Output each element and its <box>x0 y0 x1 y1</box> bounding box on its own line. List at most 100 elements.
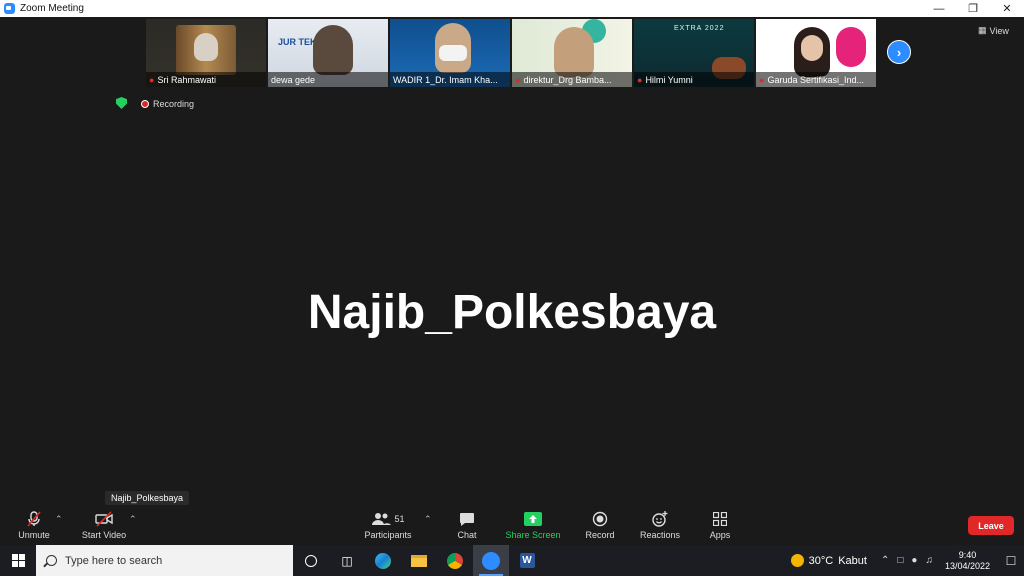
search-icon <box>46 555 57 566</box>
volume-icon[interactable]: ♫ <box>925 555 933 566</box>
grid-icon: ▦ <box>978 25 987 35</box>
clock-date: 13/04/2022 <box>944 560 990 571</box>
next-page-button[interactable]: › <box>887 40 911 64</box>
taskbar-clock[interactable]: 9:40 13/04/2022 <box>945 550 990 572</box>
record-label: Record <box>585 530 615 540</box>
task-view-button[interactable]: ◫ <box>329 545 365 576</box>
participant-name: Hilmi Yumni <box>645 74 693 85</box>
virtual-background-text: EXTRA 2022 <box>674 25 725 32</box>
share-screen-button[interactable]: Share Screen <box>503 511 563 540</box>
muted-mic-icon: ● <box>149 74 155 85</box>
network-icon[interactable]: □ <box>897 555 903 566</box>
weather-desc: Kabut <box>838 554 867 567</box>
minimize-button[interactable]: — <box>922 0 956 17</box>
participant-name-bar: ● direktur_Drg Bamba... <box>512 72 632 87</box>
title-bar: Zoom Meeting — ❐ ✕ <box>0 0 1024 17</box>
shield-icon[interactable] <box>116 97 127 109</box>
edge-icon <box>375 552 391 569</box>
chrome-icon <box>447 552 463 569</box>
search-placeholder: Type here to search <box>65 554 163 567</box>
participant-name: Garuda Sertifikasi_Ind... <box>767 74 864 85</box>
apps-icon <box>710 511 730 527</box>
weather-icon <box>790 554 804 567</box>
zoom-app-icon <box>4 3 15 14</box>
weather-temp: 30°C <box>808 554 834 567</box>
participant-tile[interactable]: ● Sri Rahmawati <box>146 19 266 87</box>
participant-strip: ● Sri Rahmawati JUR TEKNIK E dewa gede W… <box>146 19 876 87</box>
apps-button[interactable]: Apps <box>690 511 750 540</box>
chat-button[interactable]: Chat <box>437 511 497 540</box>
restore-button[interactable]: ❐ <box>956 0 990 17</box>
file-explorer-taskbar-button[interactable] <box>401 545 437 576</box>
participant-name-bar: dewa gede <box>268 72 388 87</box>
participants-count: 51 <box>394 514 405 524</box>
view-button[interactable]: ▦ View <box>978 25 1009 36</box>
windows-taskbar: Type here to search ◫ W 30°C Kabut ⌃ □ ●… <box>0 545 1024 576</box>
active-speaker-name: Najib_Polkesbaya <box>307 286 717 339</box>
start-video-button[interactable]: Start Video <box>74 511 134 540</box>
mic-muted-icon <box>24 511 44 527</box>
unmute-label: Unmute <box>18 530 50 540</box>
participants-label: Participants <box>364 530 412 540</box>
view-label: View <box>989 25 1009 36</box>
participant-tile[interactable]: JUR TEKNIK E dewa gede <box>268 19 388 87</box>
participant-video <box>554 27 594 77</box>
reactions-button[interactable]: Reactions <box>630 511 690 540</box>
participants-icon: 51 <box>368 511 408 527</box>
participant-tile[interactable]: WADIR 1_Dr. Imam Kha... <box>390 19 510 87</box>
word-icon: W <box>519 553 535 568</box>
close-button[interactable]: ✕ <box>990 0 1024 17</box>
participant-tile[interactable]: ● Garuda Sertifikasi_Ind... <box>756 19 876 87</box>
word-taskbar-button[interactable]: W <box>509 545 545 576</box>
name-tooltip: Najib_Polkesbaya <box>105 491 190 505</box>
edge-taskbar-button[interactable] <box>365 545 401 576</box>
participant-tile[interactable]: EXTRA 2022 ● Hilmi Yumni <box>634 19 754 87</box>
recording-indicator[interactable]: Recording <box>141 99 194 109</box>
notification-icon[interactable]: ☐ <box>998 554 1024 568</box>
muted-mic-icon: ● <box>637 74 643 85</box>
participant-video <box>313 25 353 75</box>
chevron-right-icon: › <box>896 44 902 60</box>
task-view-icon: ◫ <box>341 553 353 568</box>
video-off-icon <box>94 511 114 527</box>
background-logo <box>836 27 866 67</box>
chat-label: Chat <box>457 530 477 540</box>
taskbar-search[interactable]: Type here to search <box>36 545 293 576</box>
weather-widget[interactable]: 30°C Kabut <box>790 554 867 567</box>
caret-up-icon[interactable]: ⌃ <box>55 514 63 525</box>
participant-face <box>801 35 823 61</box>
record-dot-icon <box>141 100 149 108</box>
microphone-icon[interactable]: ● <box>911 555 917 566</box>
muted-mic-icon: ● <box>515 74 521 85</box>
share-screen-label: Share Screen <box>505 530 561 540</box>
clock-time: 9:40 <box>958 549 977 560</box>
muted-mic-icon: ● <box>759 74 765 85</box>
participant-name-bar: ● Garuda Sertifikasi_Ind... <box>756 72 876 87</box>
participants-button[interactable]: 51 Participants <box>358 511 418 540</box>
chrome-taskbar-button[interactable] <box>437 545 473 576</box>
participant-video <box>194 33 218 61</box>
window-title: Zoom Meeting <box>20 3 84 14</box>
participant-name: WADIR 1_Dr. Imam Kha... <box>393 74 498 85</box>
zoom-taskbar-button[interactable] <box>473 545 509 576</box>
leave-button[interactable]: Leave <box>968 516 1014 535</box>
participant-name: Sri Rahmawati <box>157 74 216 85</box>
participant-name-bar: WADIR 1_Dr. Imam Kha... <box>390 72 510 87</box>
share-screen-icon <box>523 511 543 527</box>
chevron-up-icon[interactable]: ⌃ <box>881 555 889 566</box>
start-button[interactable] <box>0 545 36 576</box>
participant-name: dewa gede <box>271 74 316 85</box>
system-tray: 30°C Kabut ⌃ □ ● ♫ 9:40 13/04/2022 ☐ <box>790 545 1024 576</box>
participant-name-bar: ● Hilmi Yumni <box>634 72 754 87</box>
participant-tile[interactable]: ● direktur_Drg Bamba... <box>512 19 632 87</box>
folder-icon <box>411 554 427 567</box>
participant-name: direktur_Drg Bamba... <box>523 74 612 85</box>
caret-up-icon[interactable]: ⌃ <box>424 514 432 525</box>
cortana-button[interactable] <box>293 545 329 576</box>
cortana-icon <box>305 554 317 567</box>
record-button[interactable]: Record <box>570 511 630 540</box>
start-video-label: Start Video <box>81 530 127 540</box>
recording-label: Recording <box>153 99 195 109</box>
caret-up-icon[interactable]: ⌃ <box>129 514 137 525</box>
zoom-icon <box>482 551 500 570</box>
